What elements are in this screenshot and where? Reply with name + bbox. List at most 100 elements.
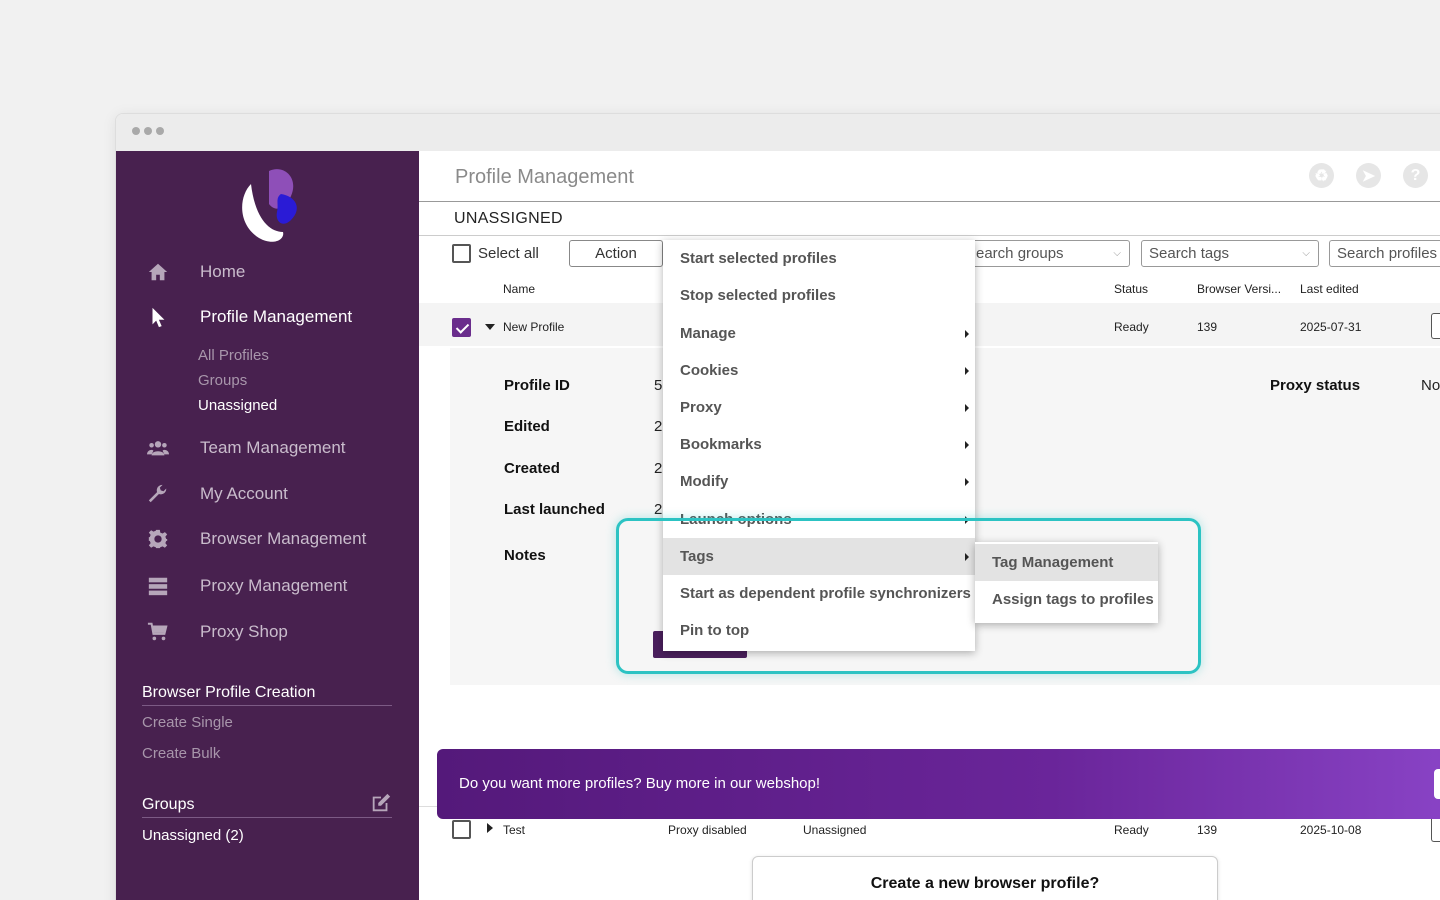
col-name[interactable]: Name: [503, 282, 535, 296]
row-status: Ready: [1114, 320, 1149, 334]
nav-my-account-label: My Account: [200, 484, 288, 503]
col-status[interactable]: Status: [1114, 282, 1148, 296]
promo-banner[interactable]: Do you want more profiles? Buy more in o…: [437, 749, 1440, 819]
row-browser-version: 139: [1197, 320, 1218, 334]
submenu-arrow-icon: [965, 441, 969, 449]
menu-stop-selected[interactable]: Stop selected profiles: [663, 277, 975, 314]
home-icon: [116, 261, 200, 283]
search-groups-placeholder: earch groups: [976, 245, 1064, 262]
create-single-link[interactable]: Create Single: [142, 714, 233, 731]
detail-label-profile-id: Profile ID: [504, 377, 570, 394]
nav-proxy-shop-label: Proxy Shop: [200, 622, 288, 641]
submenu-arrow-icon: [965, 516, 969, 524]
col-last-edited[interactable]: Last edited: [1300, 282, 1359, 296]
submenu-assign-tags[interactable]: Assign tags to profiles: [975, 581, 1158, 618]
collapse-icon[interactable]: [485, 324, 495, 330]
submenu-arrow-icon: [965, 367, 969, 375]
nav-team-management-label: Team Management: [200, 438, 346, 457]
menu-tags-label: Tags: [680, 548, 714, 565]
submenu-tag-management[interactable]: Tag Management: [975, 544, 1158, 581]
row-browser-version: 139: [1197, 823, 1218, 837]
window-titlebar: [116, 114, 1440, 151]
menu-bookmarks[interactable]: Bookmarks: [663, 426, 975, 463]
menu-launch-options-label: Launch options: [680, 511, 792, 528]
row-start-button[interactable]: [1431, 816, 1440, 842]
help-icon[interactable]: ?: [1403, 163, 1428, 188]
promo-button[interactable]: [1434, 769, 1440, 799]
title-divider: [419, 201, 1440, 202]
nav-proxy-management[interactable]: Proxy Management: [116, 566, 419, 606]
nav-home-label: Home: [200, 262, 246, 281]
nav-home[interactable]: Home: [116, 252, 419, 292]
app-logo[interactable]: [229, 166, 309, 246]
chevron-down-icon: ⌵: [1113, 248, 1121, 259]
menu-pin-to-top[interactable]: Pin to top: [663, 612, 975, 649]
menu-proxy-label: Proxy: [680, 399, 722, 416]
search-tags-input[interactable]: Search tags ⌵: [1141, 240, 1319, 267]
tags-submenu: Tag Management Assign tags to profiles: [975, 542, 1158, 623]
menu-proxy[interactable]: Proxy: [663, 389, 975, 426]
row-checkbox[interactable]: [452, 820, 471, 839]
detail-label-edited: Edited: [504, 418, 550, 435]
menu-cookies[interactable]: Cookies: [663, 352, 975, 389]
detail-value-edited: 2: [654, 418, 663, 435]
action-button[interactable]: Action: [569, 240, 663, 267]
sub-all-profiles[interactable]: All Profiles: [198, 347, 269, 364]
nav-profile-management-label: Profile Management: [200, 307, 353, 326]
create-profile-card[interactable]: Create a new browser profile?: [752, 856, 1218, 900]
menu-launch-options[interactable]: Launch options: [663, 501, 975, 538]
menu-start-selected[interactable]: Start selected profiles: [663, 240, 975, 277]
menu-start-dependent[interactable]: Start as dependent profile synchronizers: [663, 575, 975, 612]
wrench-icon: [116, 483, 200, 505]
menu-cookies-label: Cookies: [680, 362, 739, 379]
detail-label-notes: Notes: [504, 547, 546, 564]
proxy-status-value: No: [1421, 377, 1440, 394]
menu-tags[interactable]: Tags: [663, 538, 975, 575]
row-name[interactable]: Test: [503, 823, 525, 837]
nav-proxy-shop[interactable]: Proxy Shop: [116, 612, 419, 652]
edit-groups-icon[interactable]: [370, 792, 392, 814]
gear-icon: [116, 528, 200, 550]
recycle-icon[interactable]: ♻: [1309, 163, 1334, 188]
proxy-status-label: Proxy status: [1270, 377, 1361, 394]
sub-unassigned[interactable]: Unassigned: [198, 397, 277, 414]
server-icon: [116, 575, 200, 597]
row-start-button[interactable]: [1431, 313, 1440, 339]
menu-modify[interactable]: Modify: [663, 463, 975, 500]
row-name[interactable]: New Profile: [503, 320, 564, 334]
create-bulk-link[interactable]: Create Bulk: [142, 745, 220, 762]
nav-browser-management[interactable]: Browser Management: [116, 519, 419, 559]
row-checkbox[interactable]: [452, 318, 471, 337]
creation-section-title: Browser Profile Creation: [142, 684, 392, 706]
search-profiles-input[interactable]: Search profiles (: [1329, 240, 1440, 267]
detail-value-profile-id: 5: [654, 377, 663, 394]
sub-groups[interactable]: Groups: [198, 372, 247, 389]
row-group: Unassigned: [803, 823, 867, 837]
col-browser-version[interactable]: Browser Versi...: [1197, 282, 1281, 296]
nav-proxy-management-label: Proxy Management: [200, 576, 348, 595]
nav-my-account[interactable]: My Account: [116, 474, 419, 514]
row-status: Ready: [1114, 823, 1149, 837]
action-menu: Start selected profiles Stop selected pr…: [663, 240, 975, 651]
telegram-icon[interactable]: ➤: [1356, 163, 1381, 188]
window-controls[interactable]: [132, 127, 164, 135]
menu-modify-label: Modify: [680, 473, 729, 490]
search-groups-input[interactable]: earch groups ⌵: [968, 240, 1130, 267]
group-unassigned[interactable]: Unassigned (2): [142, 827, 244, 844]
nav-profile-management[interactable]: Profile Management: [116, 297, 419, 337]
group-label: UNASSIGNED: [454, 210, 563, 227]
row-last-edited: 2025-10-08: [1300, 823, 1362, 837]
create-profile-text: Create a new browser profile?: [870, 875, 1100, 892]
submenu-arrow-icon: [965, 478, 969, 486]
detail-label-last-launched: Last launched: [504, 501, 605, 518]
page-title: Profile Management: [455, 166, 634, 188]
select-all-checkbox[interactable]: [452, 244, 471, 263]
menu-manage[interactable]: Manage: [663, 315, 975, 352]
expand-icon[interactable]: [487, 823, 493, 833]
cart-icon: [116, 621, 200, 643]
nav-team-management[interactable]: Team Management: [116, 428, 419, 468]
detail-value-created: 2: [654, 460, 663, 477]
submenu-arrow-icon: [965, 553, 969, 561]
submenu-arrow-icon: [965, 404, 969, 412]
search-tags-placeholder: Search tags: [1149, 245, 1230, 262]
